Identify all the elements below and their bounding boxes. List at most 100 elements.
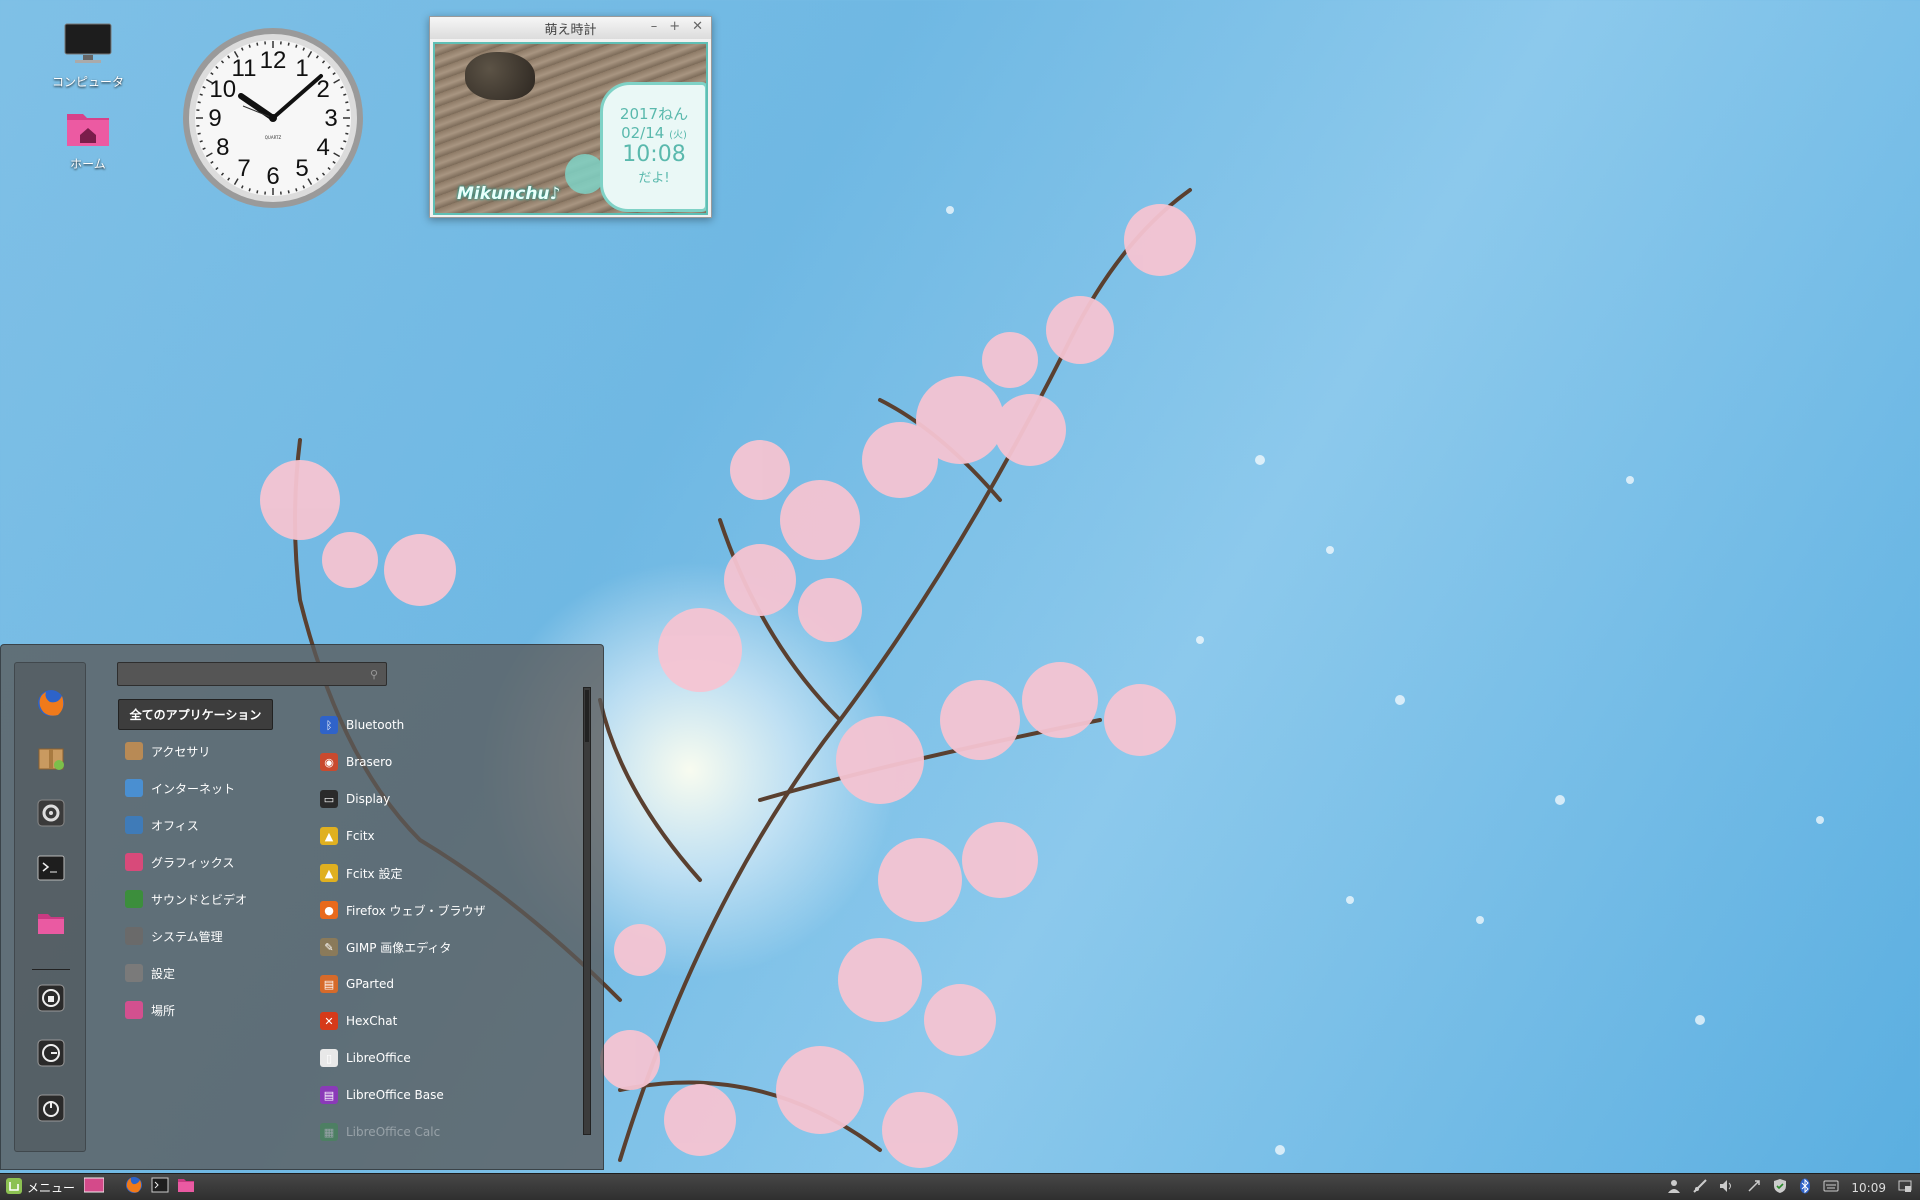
app-label: Fcitx bbox=[346, 829, 375, 843]
moe-clock-window[interactable]: 萌え時計 – + ✕ 2017ねん 02/14 (火) 10:08 だよ! Mi… bbox=[429, 16, 712, 218]
app-item[interactable]: ✎ GIMP 画像エディタ bbox=[320, 936, 451, 958]
category-icon bbox=[125, 779, 143, 797]
app-icon: ▤ bbox=[320, 975, 338, 993]
app-item[interactable]: ▲ Fcitx bbox=[320, 825, 375, 847]
app-label: HexChat bbox=[346, 1014, 398, 1028]
power-manager-icon[interactable] bbox=[1747, 1179, 1761, 1196]
home-folder-icon bbox=[43, 108, 133, 151]
computer-icon bbox=[43, 22, 133, 69]
music-note-decoration bbox=[565, 154, 605, 194]
category-item[interactable]: 設定 bbox=[125, 962, 175, 984]
fav-terminal[interactable] bbox=[34, 853, 68, 887]
app-item[interactable]: ✕ HexChat bbox=[320, 1010, 397, 1032]
category-label: システム管理 bbox=[151, 929, 223, 944]
category-item[interactable]: グラフィックス bbox=[125, 851, 234, 873]
favorites-bar bbox=[14, 662, 86, 1152]
clock-number: 3 bbox=[324, 105, 337, 132]
update-manager-shield-icon[interactable] bbox=[1773, 1178, 1787, 1197]
maximize-button[interactable]: + bbox=[669, 19, 680, 34]
moe-brand-logo: Mikunchu♪ bbox=[457, 184, 561, 204]
desktop-icon-computer[interactable]: コンピュータ bbox=[43, 22, 133, 90]
category-item[interactable]: オフィス bbox=[125, 814, 199, 836]
scrollbar-thumb[interactable] bbox=[585, 690, 589, 742]
category-label: インターネット bbox=[151, 781, 236, 796]
menu-label: メニュー bbox=[27, 1180, 76, 1195]
menu-search-input[interactable]: ⚲ bbox=[117, 662, 387, 686]
analog-clock-widget[interactable]: 12 1 2 3 4 5 6 7 8 9 10 11 QUARTZ bbox=[181, 26, 366, 211]
category-all-applications[interactable]: 全てのアプリケーション bbox=[118, 699, 273, 730]
menu-scrollbar[interactable] bbox=[583, 687, 591, 1135]
category-item[interactable]: アクセサリ bbox=[125, 740, 210, 762]
category-item[interactable]: インターネット bbox=[125, 777, 235, 799]
bluetooth-icon[interactable] bbox=[1799, 1178, 1811, 1197]
desktop-icon-label: コンピュータ bbox=[51, 75, 124, 89]
category-item[interactable]: システム管理 bbox=[125, 925, 223, 947]
category-label: 場所 bbox=[151, 1003, 176, 1018]
app-item[interactable]: ᛒ Bluetooth bbox=[320, 714, 404, 736]
app-label: GParted bbox=[346, 977, 394, 991]
menu-button[interactable]: メニュー bbox=[0, 1174, 81, 1200]
notifications-icon[interactable] bbox=[1898, 1179, 1912, 1196]
app-item[interactable]: ● Firefox ウェブ・ブラウザ bbox=[320, 899, 486, 921]
moe-date-card: 2017ねん 02/14 (火) 10:08 だよ! bbox=[600, 82, 706, 212]
launcher-firefox[interactable] bbox=[123, 1177, 145, 1197]
fav-system-settings[interactable] bbox=[34, 798, 68, 832]
clock-number: 11 bbox=[232, 55, 257, 82]
fav-lock-screen[interactable] bbox=[34, 983, 68, 1017]
desktop-icon-home[interactable]: ホーム bbox=[43, 108, 133, 172]
app-label: Display bbox=[346, 792, 391, 806]
window-titlebar[interactable]: 萌え時計 – + ✕ bbox=[430, 17, 711, 39]
app-label: GIMP 画像エディタ bbox=[346, 940, 452, 955]
category-item[interactable]: 場所 bbox=[125, 999, 175, 1021]
fav-logout[interactable] bbox=[34, 1038, 68, 1072]
moe-dayo: だよ! bbox=[638, 171, 670, 186]
minimize-button[interactable]: – bbox=[651, 19, 658, 34]
fav-power[interactable] bbox=[34, 1093, 68, 1127]
window-title: 萌え時計 bbox=[544, 22, 597, 38]
lock-screen-icon bbox=[36, 983, 66, 1017]
clock-number: 9 bbox=[208, 105, 221, 132]
app-icon: ✕ bbox=[320, 1012, 338, 1030]
taskbar-clock[interactable]: 10:09 bbox=[1851, 1181, 1886, 1195]
fav-firefox[interactable] bbox=[34, 688, 68, 722]
app-icon: ● bbox=[320, 901, 338, 919]
app-label: Bluetooth bbox=[346, 718, 405, 732]
app-item[interactable]: ▤ LibreOffice Base bbox=[320, 1084, 444, 1106]
category-icon bbox=[125, 964, 143, 982]
category-label: オフィス bbox=[151, 818, 199, 833]
app-item[interactable]: ▤ GParted bbox=[320, 973, 394, 995]
moe-clock-face: 2017ねん 02/14 (火) 10:08 だよ! Mikunchu♪ bbox=[433, 42, 708, 215]
category-label: 設定 bbox=[151, 966, 176, 981]
taskbar: メニュー 10:09 bbox=[0, 1173, 1920, 1200]
app-icon: ✎ bbox=[320, 938, 338, 956]
zen-rock-image bbox=[465, 52, 535, 100]
category-item[interactable]: サウンドとビデオ bbox=[125, 888, 247, 910]
category-label: グラフィックス bbox=[151, 855, 235, 870]
keyboard-icon[interactable] bbox=[1823, 1180, 1839, 1195]
app-icon: ▭ bbox=[320, 790, 338, 808]
network-icon[interactable] bbox=[1693, 1179, 1708, 1196]
clock-number: 4 bbox=[317, 134, 330, 161]
app-item[interactable]: ▯ LibreOffice bbox=[320, 1047, 411, 1069]
app-item[interactable]: ▦ LibreOffice Calc bbox=[320, 1121, 440, 1143]
show-desktop-button[interactable] bbox=[83, 1177, 105, 1197]
launcher-terminal[interactable] bbox=[149, 1177, 171, 1197]
app-item[interactable]: ▲ Fcitx 設定 bbox=[320, 862, 402, 884]
fav-software-manager[interactable] bbox=[34, 743, 68, 777]
user-icon[interactable] bbox=[1667, 1179, 1681, 1196]
fav-home-folder[interactable] bbox=[34, 908, 68, 942]
app-label: LibreOffice Calc bbox=[346, 1125, 441, 1139]
app-icon: ᛒ bbox=[320, 716, 338, 734]
category-icon bbox=[125, 816, 143, 834]
power-icon bbox=[36, 1093, 66, 1127]
logout-icon bbox=[36, 1038, 66, 1072]
close-button[interactable]: ✕ bbox=[692, 19, 703, 34]
volume-icon[interactable] bbox=[1719, 1179, 1735, 1196]
app-item[interactable]: ◉ Brasero bbox=[320, 751, 392, 773]
app-label: LibreOffice Base bbox=[346, 1088, 444, 1102]
launcher-files[interactable] bbox=[175, 1177, 197, 1197]
app-item[interactable]: ▭ Display bbox=[320, 788, 390, 810]
app-label: Fcitx 設定 bbox=[346, 866, 403, 881]
app-label: Firefox ウェブ・ブラウザ bbox=[346, 903, 486, 918]
app-label: Brasero bbox=[346, 755, 393, 769]
